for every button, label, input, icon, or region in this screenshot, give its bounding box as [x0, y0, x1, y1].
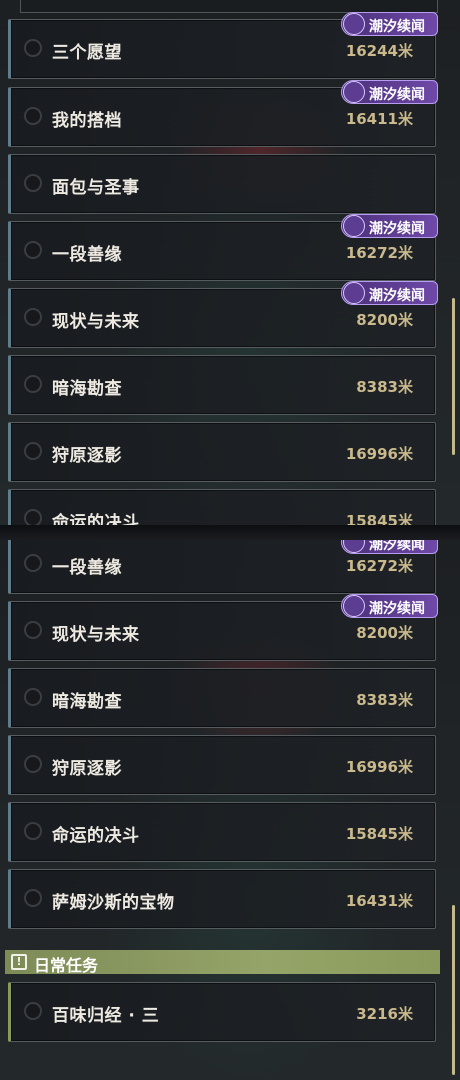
track-circle-icon[interactable]: [24, 822, 42, 840]
task-name: 命运的决斗: [52, 513, 140, 525]
task-card[interactable]: 面包与圣事: [8, 154, 436, 214]
tide-tales-badge: 潮汐续闻: [341, 281, 438, 305]
track-circle-icon[interactable]: [24, 174, 42, 192]
task-name: 萨姆沙斯的宝物: [52, 893, 175, 913]
section-title: 日常任务: [34, 956, 99, 975]
scrollbar-thumb[interactable]: [452, 298, 455, 455]
task-distance: 15845米: [345, 512, 413, 525]
task-distance: 16431米: [345, 892, 413, 910]
screenshot-divider: [0, 525, 460, 540]
task-name: 三个愿望: [52, 43, 122, 63]
tide-tales-icon: [343, 595, 365, 617]
task-name: 暗海勘查: [52, 692, 122, 712]
track-circle-icon[interactable]: [24, 889, 42, 907]
tide-tales-badge: 潮汐续闻: [341, 80, 438, 104]
track-circle-icon[interactable]: [24, 39, 42, 57]
badge-label: 潮汐续闻: [369, 87, 425, 103]
track-circle-icon[interactable]: [24, 375, 42, 393]
badge-label: 潮汐续闻: [369, 601, 425, 617]
track-circle-icon[interactable]: [24, 621, 42, 639]
task-card[interactable]: 命运的决斗 15845米: [8, 489, 436, 525]
task-card[interactable]: 命运的决斗 15845米: [8, 802, 436, 862]
tide-tales-badge: 潮汐续闻: [341, 540, 438, 554]
task-name: 狩原逐影: [52, 446, 122, 466]
tide-tales-badge: 潮汐续闻: [341, 594, 438, 618]
task-name: 面包与圣事: [52, 178, 140, 198]
scrollbar-thumb[interactable]: [452, 905, 455, 1075]
task-distance: 8383米: [356, 691, 413, 709]
task-name: 命运的决斗: [52, 826, 140, 846]
task-distance: 8200米: [356, 624, 413, 642]
tide-tales-icon: [343, 282, 365, 304]
task-card[interactable]: 暗海勘查 8383米: [8, 668, 436, 728]
daily-section-header[interactable]: ! 日常任务: [5, 950, 440, 975]
task-name: 百味归经 · 三: [52, 1006, 160, 1026]
track-circle-icon[interactable]: [24, 241, 42, 259]
daily-task-card[interactable]: 百味归经 · 三 3216米: [8, 982, 436, 1042]
track-circle-icon[interactable]: [24, 308, 42, 326]
task-distance: 15845米: [345, 825, 413, 843]
tide-tales-icon: [343, 215, 365, 237]
task-distance: 16272米: [345, 244, 413, 262]
task-distance: 16272米: [345, 557, 413, 575]
task-name: 一段善缘: [52, 558, 122, 578]
tide-tales-icon: [343, 81, 365, 103]
task-distance: 8383米: [356, 378, 413, 396]
task-name: 一段善缘: [52, 245, 122, 265]
task-distance: 16244米: [345, 42, 413, 60]
badge-label: 潮汐续闻: [369, 19, 425, 35]
task-distance: 16996米: [345, 445, 413, 463]
tide-tales-badge: 潮汐续闻: [341, 214, 438, 238]
track-circle-icon[interactable]: [24, 688, 42, 706]
task-name: 暗海勘查: [52, 379, 122, 399]
track-circle-icon[interactable]: [24, 1002, 42, 1020]
task-name: 现状与未来: [52, 312, 140, 332]
quest-list-panel-top[interactable]: 三个愿望 16244米 我的搭档 16411米 面包与圣事 一段善缘 16272…: [0, 0, 460, 525]
task-card[interactable]: 暗海勘查 8383米: [8, 355, 436, 415]
tide-tales-icon: [343, 13, 365, 35]
track-circle-icon[interactable]: [24, 755, 42, 773]
quest-list-panel-bottom[interactable]: 一段善缘 16272米 现状与未来 8200米 暗海勘查 8383米 狩原逐影 …: [0, 540, 460, 1080]
task-distance: 16411米: [345, 110, 413, 128]
task-name: 我的搭档: [52, 111, 122, 131]
task-card[interactable]: 狩原逐影 16996米: [8, 422, 436, 482]
task-card[interactable]: 萨姆沙斯的宝物 16431米: [8, 869, 436, 929]
task-name: 现状与未来: [52, 625, 140, 645]
task-distance: 16996米: [345, 758, 413, 776]
tide-tales-icon: [343, 540, 365, 553]
badge-label: 潮汐续闻: [369, 540, 425, 553]
track-circle-icon[interactable]: [24, 509, 42, 525]
badge-label: 潮汐续闻: [369, 221, 425, 237]
task-name: 狩原逐影: [52, 759, 122, 779]
task-distance: 8200米: [356, 311, 413, 329]
track-circle-icon[interactable]: [24, 107, 42, 125]
task-distance: 3216米: [356, 1005, 413, 1023]
badge-label: 潮汐续闻: [369, 288, 425, 304]
exclamation-icon: !: [11, 954, 27, 970]
tide-tales-badge: 潮汐续闻: [341, 12, 438, 36]
track-circle-icon[interactable]: [24, 442, 42, 460]
track-circle-icon[interactable]: [24, 554, 42, 572]
task-card[interactable]: 狩原逐影 16996米: [8, 735, 436, 795]
